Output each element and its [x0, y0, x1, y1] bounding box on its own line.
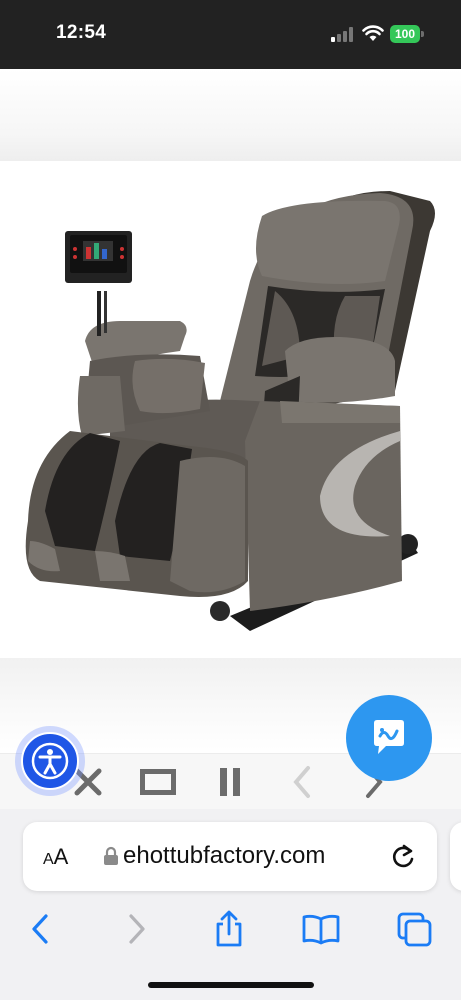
pause-icon: [220, 768, 240, 796]
previous-icon: [293, 766, 310, 798]
browser-toolbar: [0, 907, 461, 951]
status-bar: 12:54 100: [0, 0, 461, 69]
fullscreen-icon: [140, 769, 176, 795]
lock-icon: [104, 846, 118, 865]
accessibility-person-icon: [31, 742, 69, 780]
bookmarks-button[interactable]: [299, 907, 343, 951]
back-button[interactable]: [18, 907, 62, 951]
next-tab-address-preview[interactable]: [450, 822, 461, 891]
home-indicator[interactable]: [148, 982, 314, 988]
mobile-safari-screen: 12:54 100 AA ehottubfactory.com: [0, 0, 461, 1000]
reload-icon[interactable]: [390, 842, 416, 870]
browser-bottom-bar: AA ehottubfactory.com: [0, 809, 461, 1000]
url-text[interactable]: ehottubfactory.com: [123, 842, 325, 870]
text-size-button[interactable]: AA: [43, 844, 68, 870]
pause-media-button[interactable]: [212, 764, 248, 800]
accessibility-button[interactable]: [15, 726, 85, 796]
share-icon: [216, 910, 242, 947]
battery-indicator: 100: [390, 25, 424, 43]
share-button[interactable]: [207, 907, 251, 951]
fullscreen-media-button[interactable]: [140, 764, 176, 800]
product-image-massage-chair[interactable]: [0, 161, 461, 658]
battery-level: 100: [390, 25, 420, 43]
accessibility-button-inner: [21, 732, 79, 790]
chat-bubble-icon: [374, 720, 404, 754]
text-size-large-label: A: [53, 844, 69, 869]
battery-tip: [421, 31, 424, 37]
forward-button[interactable]: [115, 907, 159, 951]
wifi-icon: [362, 25, 384, 41]
page-header-fade: [0, 69, 461, 161]
chat-button[interactable]: [346, 695, 432, 781]
status-time: 12:54: [56, 22, 107, 43]
previous-media-button[interactable]: [284, 764, 320, 800]
text-size-small-label: A: [43, 851, 54, 868]
bookmarks-icon: [302, 914, 340, 945]
address-bar[interactable]: AA ehottubfactory.com: [23, 822, 437, 891]
tabs-icon: [397, 912, 432, 947]
tabs-button[interactable]: [393, 907, 437, 951]
cellular-signal-icon: [331, 27, 353, 42]
back-icon: [32, 914, 48, 944]
forward-icon: [129, 914, 145, 944]
